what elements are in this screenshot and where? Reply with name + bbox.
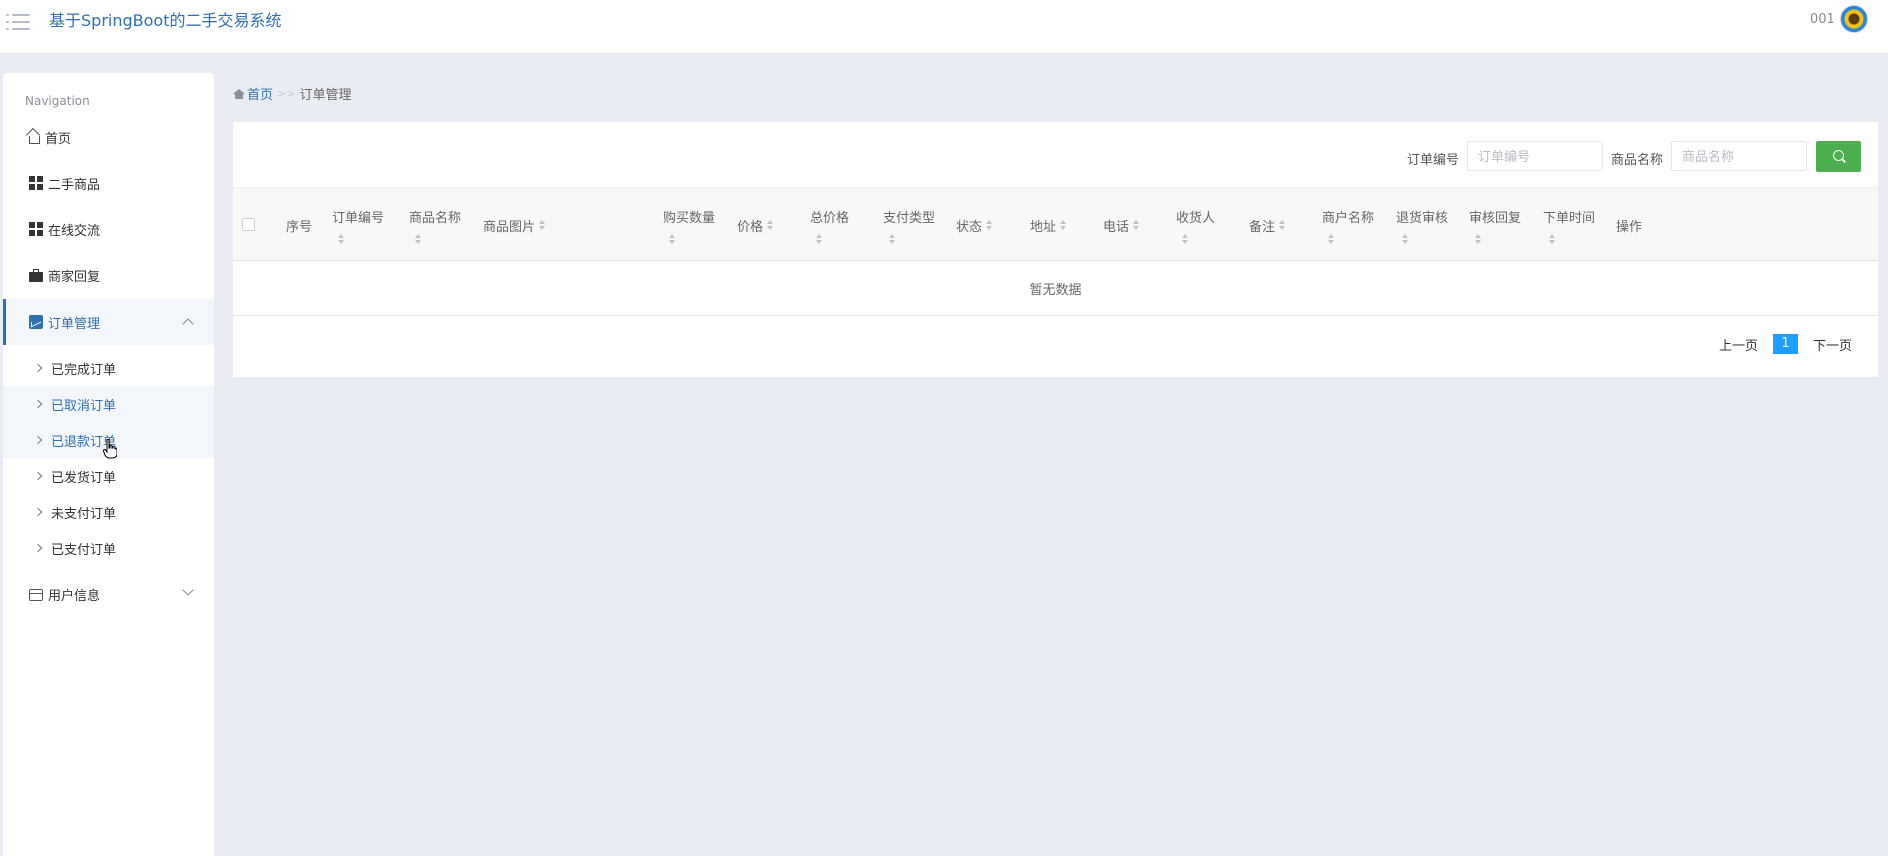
column-header[interactable]: 状态 (956, 188, 993, 262)
home-icon (29, 135, 40, 144)
column-header[interactable]: 订单编号 (332, 188, 384, 262)
order-no-label: 订单编号 (1407, 153, 1460, 168)
table-header: 序号 订单编号 商品名称 商品图片 购买数量 价格 总价格 支付类型 状态 地址… (233, 187, 1878, 261)
order-no-input[interactable] (1467, 141, 1603, 171)
goods-name-input[interactable] (1671, 141, 1807, 171)
next-page-button[interactable]: 下一页 (1813, 335, 1852, 354)
sidebar-item-second-hand-goods[interactable]: 二手商品 (3, 160, 214, 206)
chart-icon (29, 315, 43, 329)
sort-icon[interactable] (1133, 220, 1140, 230)
sort-icon[interactable] (1060, 220, 1067, 230)
sort-icon[interactable] (1328, 233, 1335, 244)
column-header[interactable]: 总价格 (810, 188, 849, 262)
breadcrumb: 首页 >> 订单管理 (233, 84, 351, 103)
column-header[interactable]: 下单时间 (1543, 188, 1595, 262)
column-header[interactable]: 价格 (737, 188, 774, 262)
chevron-up-icon (182, 318, 194, 330)
menu-toggle-icon[interactable] (6, 12, 30, 32)
chevron-right-icon (33, 399, 43, 409)
briefcase-icon (29, 268, 43, 282)
user-name[interactable]: 001 (1810, 12, 1835, 27)
chevron-right-icon (33, 435, 43, 445)
sort-icon[interactable] (669, 233, 676, 244)
sort-icon[interactable] (1279, 220, 1286, 230)
pagination: 上一页 1 下一页 (1719, 334, 1852, 354)
sidebar-subitem-label: 已支付订单 (51, 542, 117, 558)
breadcrumb-current: 订单管理 (299, 88, 352, 103)
sidebar-item-home[interactable]: 首页 (3, 114, 214, 160)
sidebar-item-label: 首页 (45, 131, 72, 147)
top-header: 基于SpringBoot的二手交易系统 001 (0, 0, 1888, 54)
sort-icon[interactable] (539, 220, 546, 230)
sort-icon[interactable] (816, 233, 823, 244)
sidebar-subitem-unpaid-orders[interactable]: 未支付订单 (3, 494, 214, 530)
column-header[interactable]: 商户名称 (1322, 188, 1374, 262)
sidebar-subitem-paid-orders[interactable]: 已支付订单 (3, 530, 214, 566)
sort-icon[interactable] (986, 220, 993, 230)
column-header[interactable]: 商品名称 (409, 188, 461, 262)
sidebar-item-user-info[interactable]: 用户信息 (3, 571, 214, 617)
prev-page-button[interactable]: 上一页 (1719, 335, 1758, 354)
sort-icon[interactable] (1475, 233, 1482, 244)
column-header[interactable]: 审核回复 (1469, 188, 1521, 262)
sort-icon[interactable] (1549, 233, 1556, 244)
home-icon (233, 89, 245, 99)
sidebar-item-label: 用户信息 (48, 588, 101, 604)
column-header[interactable]: 退货审核 (1396, 188, 1448, 262)
column-header[interactable]: 收货人 (1176, 188, 1215, 262)
sort-icon[interactable] (889, 233, 896, 244)
sidebar-item-order-management[interactable]: 订单管理 (3, 299, 214, 345)
search-button[interactable] (1816, 141, 1861, 172)
sidebar-subitem-shipped-orders[interactable]: 已发货订单 (3, 458, 214, 494)
chevron-right-icon (33, 363, 43, 373)
column-header: 操作 (1616, 219, 1643, 235)
column-header[interactable]: 序号 (286, 188, 312, 262)
sidebar-item-label: 二手商品 (48, 177, 101, 193)
chevron-right-icon (33, 507, 43, 517)
sidebar-item-online-chat[interactable]: 在线交流 (3, 206, 214, 252)
current-page-button[interactable]: 1 (1772, 334, 1798, 354)
grid-icon (29, 176, 43, 190)
sidebar-subitem-cancelled-orders[interactable]: 已取消订单 (3, 386, 214, 422)
empty-table-message: 暂无数据 (233, 262, 1878, 316)
column-header[interactable]: 商品图片 (483, 188, 546, 262)
breadcrumb-separator: >> (277, 87, 296, 100)
chevron-down-icon (182, 584, 194, 596)
sidebar-item-label: 商家回复 (48, 269, 101, 285)
sidebar-item-label: 在线交流 (48, 223, 101, 239)
goods-name-label: 商品名称 (1611, 153, 1664, 168)
search-icon (1833, 150, 1844, 161)
select-all-checkbox[interactable] (242, 218, 255, 231)
card-icon (29, 588, 43, 601)
column-header[interactable]: 购买数量 (663, 188, 715, 262)
sidebar-item-merchant-reply[interactable]: 商家回复 (3, 252, 214, 298)
sidebar: Navigation 首页 二手商品 在线交流 商家回复 订单管理 已完成订单 … (3, 73, 214, 856)
sidebar-subitem-label: 未支付订单 (51, 506, 117, 522)
sidebar-subitem-label: 已完成订单 (51, 362, 117, 378)
column-header[interactable]: 地址 (1030, 188, 1067, 262)
sort-icon[interactable] (1182, 233, 1189, 244)
column-header[interactable]: 备注 (1249, 188, 1286, 262)
sort-icon[interactable] (338, 233, 345, 244)
sort-icon[interactable] (767, 220, 774, 230)
sort-icon[interactable] (1402, 233, 1409, 244)
breadcrumb-home-link[interactable]: 首页 (247, 84, 273, 103)
column-header[interactable]: 支付类型 (883, 188, 935, 262)
sidebar-subitem-label: 已发货订单 (51, 470, 117, 486)
nav-caption: Navigation (25, 94, 90, 108)
sidebar-subitem-completed-orders[interactable]: 已完成订单 (3, 350, 214, 386)
sidebar-item-label: 订单管理 (48, 316, 101, 332)
hand-cursor-icon (103, 439, 117, 459)
sort-icon[interactable] (415, 233, 422, 244)
order-list-panel: 订单编号 商品名称 序号 订单编号 商品名称 商品图片 购买数量 价格 总价格 … (233, 122, 1878, 377)
chevron-right-icon (33, 471, 43, 481)
chevron-right-icon (33, 543, 43, 553)
avatar[interactable] (1840, 5, 1868, 33)
grid-icon (29, 222, 43, 236)
sidebar-subitem-label: 已取消订单 (51, 398, 117, 414)
app-title: 基于SpringBoot的二手交易系统 (49, 11, 282, 30)
column-header[interactable]: 电话 (1103, 188, 1140, 262)
